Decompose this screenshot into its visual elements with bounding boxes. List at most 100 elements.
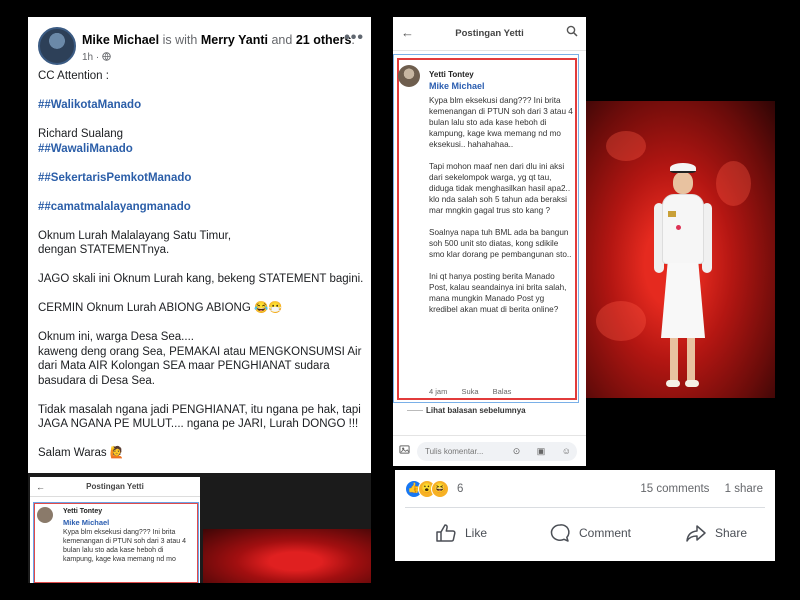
post-text-line: JAGA NGANA PE MULUT.... ngana pe JARI, L… bbox=[38, 418, 359, 430]
embedded-red-photo bbox=[203, 529, 371, 583]
light-spot bbox=[606, 131, 646, 161]
like-label: Like bbox=[465, 526, 488, 540]
view-previous-replies-link[interactable]: Lihat balasan sebelumnya bbox=[426, 406, 526, 415]
head bbox=[673, 172, 693, 194]
comments-count-link[interactable]: 15 comments bbox=[640, 483, 709, 495]
embedded-phone-screen: ← Postingan Yetti Yetti Tontey Mike Mich… bbox=[30, 477, 200, 583]
post-text-line: Richard Sualang bbox=[38, 128, 124, 140]
commenter-name: Yetti Tontey bbox=[63, 508, 103, 515]
comment-paragraph: Tapi mohon maaf nen dari dlu ini aksi da… bbox=[429, 162, 571, 215]
post-text-line: Tidak masalah ngana jadi PENGHIANAT, itu… bbox=[38, 403, 361, 416]
author-avatar[interactable] bbox=[38, 27, 76, 65]
phone-title-bar: ← Postingan Yetti bbox=[393, 17, 586, 51]
uniform-badge bbox=[668, 211, 676, 217]
leg bbox=[687, 338, 695, 382]
author-name-link[interactable]: Mike Michael bbox=[82, 33, 159, 47]
others-link[interactable]: 21 others bbox=[296, 33, 352, 47]
hashtag-link[interactable]: ##WalikotaManado bbox=[38, 98, 368, 113]
uniform-jacket bbox=[662, 194, 704, 264]
comment-paragraph: Soalnya napa tuh BML ada ba bangun soh 5… bbox=[429, 228, 572, 259]
comment-input-bar: Tulis komentar... ⊙ ▣ ☺ bbox=[393, 435, 586, 466]
camera-icon[interactable] bbox=[399, 444, 410, 458]
commenter-avatar[interactable] bbox=[398, 65, 420, 87]
time-separator: · bbox=[95, 52, 100, 63]
post-footer: 👍 😮 😆 6 15 comments 1 share Like Comment… bbox=[395, 470, 775, 561]
like-button[interactable]: Like bbox=[435, 520, 487, 546]
shoe bbox=[685, 380, 699, 387]
post-text-line: Oknum Lurah Malalayang Satu Timur, bbox=[38, 229, 232, 242]
post-header: Mike Michael is with Merry Yanti and 21 … bbox=[38, 25, 368, 75]
post-meta: 1h · bbox=[82, 52, 111, 63]
mention-name: Mike Michael bbox=[63, 518, 110, 527]
comment-like-link[interactable]: Suka bbox=[461, 387, 478, 396]
share-button[interactable]: Share bbox=[685, 520, 747, 546]
footer-divider bbox=[405, 507, 765, 508]
mention-name[interactable]: Mike Michael bbox=[429, 81, 485, 91]
globe-icon bbox=[102, 52, 111, 61]
post-stats: 15 comments 1 share bbox=[640, 483, 763, 495]
hashtag-link[interactable]: ##SekertarisPemkotManado bbox=[38, 171, 368, 186]
share-label: Share bbox=[715, 526, 748, 540]
embedded-screenshot-image[interactable]: ← Postingan Yetti Yetti Tontey Mike Mich… bbox=[28, 473, 371, 583]
post-author-line: Mike Michael is with Merry Yanti and 21 … bbox=[82, 33, 355, 47]
shoe bbox=[666, 380, 680, 387]
comment-screenshot-area: ← Postingan Yetti Yetti Tontey Mike Mich… bbox=[393, 17, 775, 466]
commenter-avatar bbox=[37, 507, 53, 523]
woman-in-white-uniform bbox=[654, 163, 712, 389]
hashtag-link[interactable]: ##WawaliManado bbox=[38, 142, 368, 157]
share-arrow-icon bbox=[686, 525, 706, 542]
post-text-line: kaweng deng orang Sea, PEMAKAI atau MENG… bbox=[38, 345, 362, 358]
hashtag-link[interactable]: ##camatmalalayangmanado bbox=[38, 200, 368, 215]
uniform-medal bbox=[676, 225, 681, 230]
post-text-line: dengan STATEMENTnya. bbox=[38, 244, 170, 256]
comment-actions: 4 jam Suka Balas bbox=[429, 387, 523, 396]
tagged-name-link[interactable]: Merry Yanti bbox=[201, 33, 268, 47]
light-spot bbox=[716, 161, 751, 206]
post-time[interactable]: 1h bbox=[82, 52, 93, 63]
uniform-skirt bbox=[661, 263, 705, 338]
commenter-name[interactable]: Yetti Tontey bbox=[429, 70, 474, 79]
comment-bubble-icon bbox=[550, 524, 570, 542]
search-icon[interactable] bbox=[566, 25, 578, 40]
comment-paragraph: Ini qt hanya posting berita Manado Post,… bbox=[429, 272, 567, 314]
post-text-line: CC Attention : bbox=[38, 70, 109, 82]
reaction-count[interactable]: 6 bbox=[457, 483, 463, 495]
leg bbox=[670, 338, 678, 382]
post-text-line: dari Mata AIR Kolongan SEA maar PENGHIAN… bbox=[38, 360, 330, 372]
embedded-title: Postingan Yetti bbox=[86, 482, 144, 491]
haha-reaction-icon: 😆 bbox=[431, 480, 449, 498]
more-options-icon[interactable]: ••• bbox=[344, 29, 364, 47]
shares-count-link[interactable]: 1 share bbox=[725, 483, 763, 495]
uniform-cap bbox=[670, 163, 696, 173]
post-text-line: JAGO skali ini Oknum Lurah kang, bekeng … bbox=[38, 273, 364, 285]
embedded-title-bar: ← Postingan Yetti bbox=[30, 477, 200, 497]
uniform-photo[interactable] bbox=[586, 101, 775, 398]
comment-time: 4 jam bbox=[429, 387, 448, 396]
comment-paragraph: Kypa blm eksekusi dang??? Ini brita keme… bbox=[429, 96, 573, 149]
comment-label: Comment bbox=[579, 526, 632, 540]
post-text-line: Salam Waras 🙋 bbox=[38, 447, 125, 459]
reply-connector bbox=[407, 410, 423, 411]
back-arrow-icon: ← bbox=[36, 482, 45, 492]
light-spot bbox=[596, 301, 646, 341]
post-text-line: Oknum ini, warga Desa Sea.... bbox=[38, 331, 194, 343]
comment-text: Kypa blm eksekusi dang??? Ini brita keme… bbox=[63, 529, 186, 563]
phone-screen: ← Postingan Yetti Yetti Tontey Mike Mich… bbox=[393, 17, 586, 466]
with-text: is with bbox=[162, 33, 198, 47]
post-body: CC Attention : ##WalikotaManado Richard Su… bbox=[38, 69, 368, 461]
thumbs-up-icon bbox=[436, 524, 456, 542]
comment-reply-link[interactable]: Balas bbox=[493, 387, 512, 396]
embedded-comment: Yetti Tontey Mike Michael Kypa blm eksek… bbox=[33, 502, 199, 583]
post-text-line: CERMIN Oknum Lurah ABIONG ABIONG 😂😷 bbox=[38, 302, 283, 314]
comment-button[interactable]: Comment bbox=[549, 520, 631, 546]
and-text: and bbox=[271, 33, 293, 47]
phone-title: Postingan Yetti bbox=[455, 28, 524, 39]
input-extra-icons[interactable]: ⊙ ▣ ☺ bbox=[513, 446, 578, 457]
